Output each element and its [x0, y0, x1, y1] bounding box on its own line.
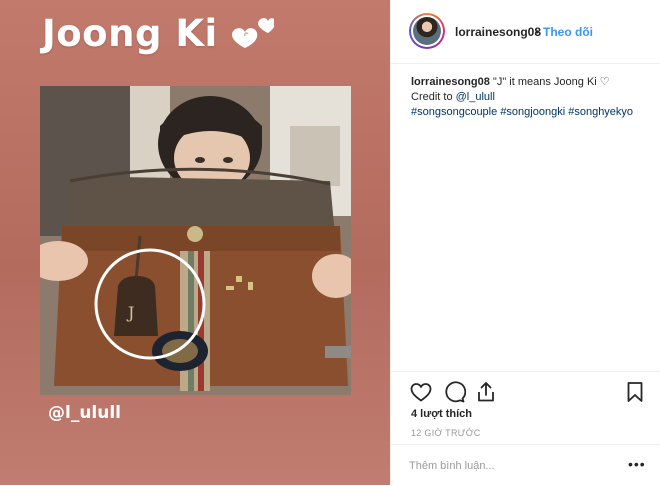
comment-bar: ••• [391, 444, 660, 486]
hashtag-songhyekyo[interactable]: #songhyekyo [568, 106, 633, 118]
more-options-icon[interactable]: ••• [628, 455, 646, 473]
share-icon[interactable] [474, 380, 498, 404]
avatar-ring [411, 15, 443, 47]
follow-button[interactable]: Theo dõi [543, 25, 593, 39]
like-count[interactable]: 4 lượt thích [411, 408, 472, 420]
caption-credit-prefix: Credit to [411, 91, 453, 103]
post-photo: J [40, 86, 351, 395]
caption-line-1: lorrainesong08 "J" it means Joong Ki ♡ [411, 75, 651, 90]
post-header: lorrainesong08 • Theo dõi [391, 0, 660, 64]
media-credit: @l_ulull [48, 403, 122, 423]
comment-icon[interactable] [442, 380, 466, 404]
separator-dot: • [535, 25, 540, 39]
photo-illustration: J [40, 86, 351, 395]
caption-username[interactable]: lorrainesong08 [411, 76, 490, 88]
post-sidebar: lorrainesong08 • Theo dõi lorrainesong08… [390, 0, 660, 485]
caption-hashtags: #songsongcouple #songjoongki #songhyekyo [411, 105, 651, 120]
svg-text:J: J [126, 303, 134, 322]
hashtag-songsongcouple[interactable]: #songsongcouple [411, 106, 497, 118]
action-bar [391, 371, 660, 412]
post-media: Joong Ki J @l_ulull [0, 0, 390, 485]
hashtag-songjoongki[interactable]: #songjoongki [500, 106, 565, 118]
bookmark-icon[interactable] [623, 380, 647, 404]
comment-input[interactable] [409, 457, 609, 475]
hearts-icon [231, 18, 274, 48]
avatar-image [413, 17, 441, 45]
username-link[interactable]: lorrainesong08 [455, 25, 541, 39]
caption-text: "J" it means Joong Ki ♡ [492, 76, 610, 88]
heart-icon[interactable] [409, 380, 433, 404]
media-title: Joong Ki [42, 12, 218, 55]
caption-credit-handle[interactable]: @l_ulull [456, 91, 495, 103]
caption-line-2: Credit to @l_ulull [411, 90, 651, 105]
post-timestamp: 12 GIỜ TRƯỚC [411, 428, 481, 438]
post-caption: lorrainesong08 "J" it means Joong Ki ♡ C… [411, 75, 651, 120]
avatar[interactable] [409, 13, 445, 49]
